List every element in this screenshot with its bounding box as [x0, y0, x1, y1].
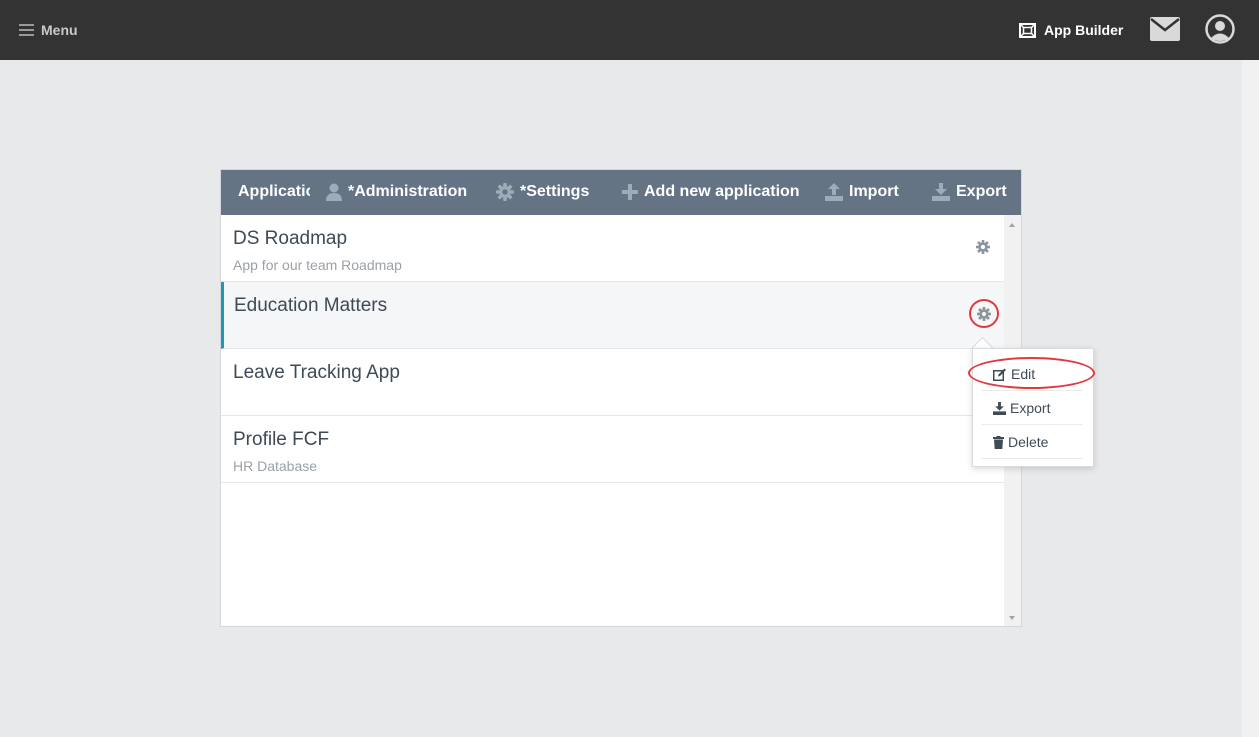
envelope-icon: [1150, 17, 1180, 41]
gear-icon[interactable]: [976, 240, 990, 254]
app-builder-label: App Builder: [1044, 22, 1124, 38]
import-label: Import: [849, 183, 899, 200]
user-profile-button[interactable]: [1205, 14, 1235, 44]
app-title: Leave Tracking App: [233, 362, 400, 383]
upload-icon: [825, 183, 843, 201]
administration-button[interactable]: *Administration: [326, 182, 467, 202]
app-description: App for our team Roadmap: [233, 257, 402, 273]
export-label: Export: [956, 183, 1007, 200]
menu-divider: [981, 390, 1083, 391]
panel-title: Applications: [238, 183, 310, 200]
app-row-ds-roadmap[interactable]: DS Roadmap App for our team Roadmap: [221, 215, 1004, 282]
trash-icon: [993, 435, 1004, 449]
menu-button[interactable]: Menu: [19, 21, 78, 39]
edit-highlight-annotation: [968, 357, 1095, 389]
scroll-down-arrow-icon[interactable]: [1009, 616, 1015, 620]
gear-highlight-annotation: [969, 299, 999, 328]
app-row-education-matters[interactable]: Education Matters: [221, 282, 1004, 349]
hamburger-icon: [19, 24, 34, 36]
app-builder-icon: [1019, 22, 1036, 38]
menu-item-export[interactable]: Export: [981, 393, 1083, 423]
menu-item-label: Delete: [1008, 434, 1049, 450]
menu-item-delete[interactable]: Delete: [981, 427, 1083, 457]
menu-label: Menu: [41, 22, 78, 38]
top-navbar: Menu App Builder: [0, 0, 1259, 60]
add-new-application-button[interactable]: Add new application: [622, 182, 800, 202]
scroll-up-arrow-icon[interactable]: [1009, 223, 1015, 227]
app-description: HR Database: [233, 458, 318, 474]
app-row-leave-tracking[interactable]: Leave Tracking App: [221, 349, 1004, 416]
app-row-profile-fcf[interactable]: Profile FCF HR Database: [221, 416, 1004, 483]
applications-panel: Applications *Administration *Settings: [220, 169, 1022, 627]
administration-label: *Administration: [348, 183, 468, 200]
menu-divider: [981, 458, 1083, 459]
applications-list: DS Roadmap App for our team Roadmap Educ…: [221, 215, 1004, 626]
settings-button[interactable]: *Settings: [496, 182, 589, 202]
page-scrollbar[interactable]: [1242, 60, 1259, 737]
gear-icon: [496, 183, 514, 201]
plus-icon: [622, 184, 638, 200]
app-title: Education Matters: [234, 295, 388, 316]
panel-header: Applications *Administration *Settings: [221, 170, 1021, 215]
menu-item-label: Export: [1010, 400, 1051, 416]
add-new-application-label: Add new application: [644, 183, 800, 200]
download-icon: [932, 183, 950, 201]
app-title: DS Roadmap: [233, 228, 348, 249]
user-icon: [326, 183, 342, 201]
app-builder-button[interactable]: App Builder: [1019, 20, 1123, 40]
download-icon: [993, 401, 1006, 415]
import-button[interactable]: Import: [825, 182, 899, 202]
mail-button[interactable]: [1150, 17, 1180, 41]
app-title: Profile FCF: [233, 429, 330, 450]
user-circle-icon: [1205, 14, 1235, 44]
menu-divider: [981, 424, 1083, 425]
export-button[interactable]: Export: [932, 182, 1007, 202]
settings-label: *Settings: [520, 183, 590, 200]
